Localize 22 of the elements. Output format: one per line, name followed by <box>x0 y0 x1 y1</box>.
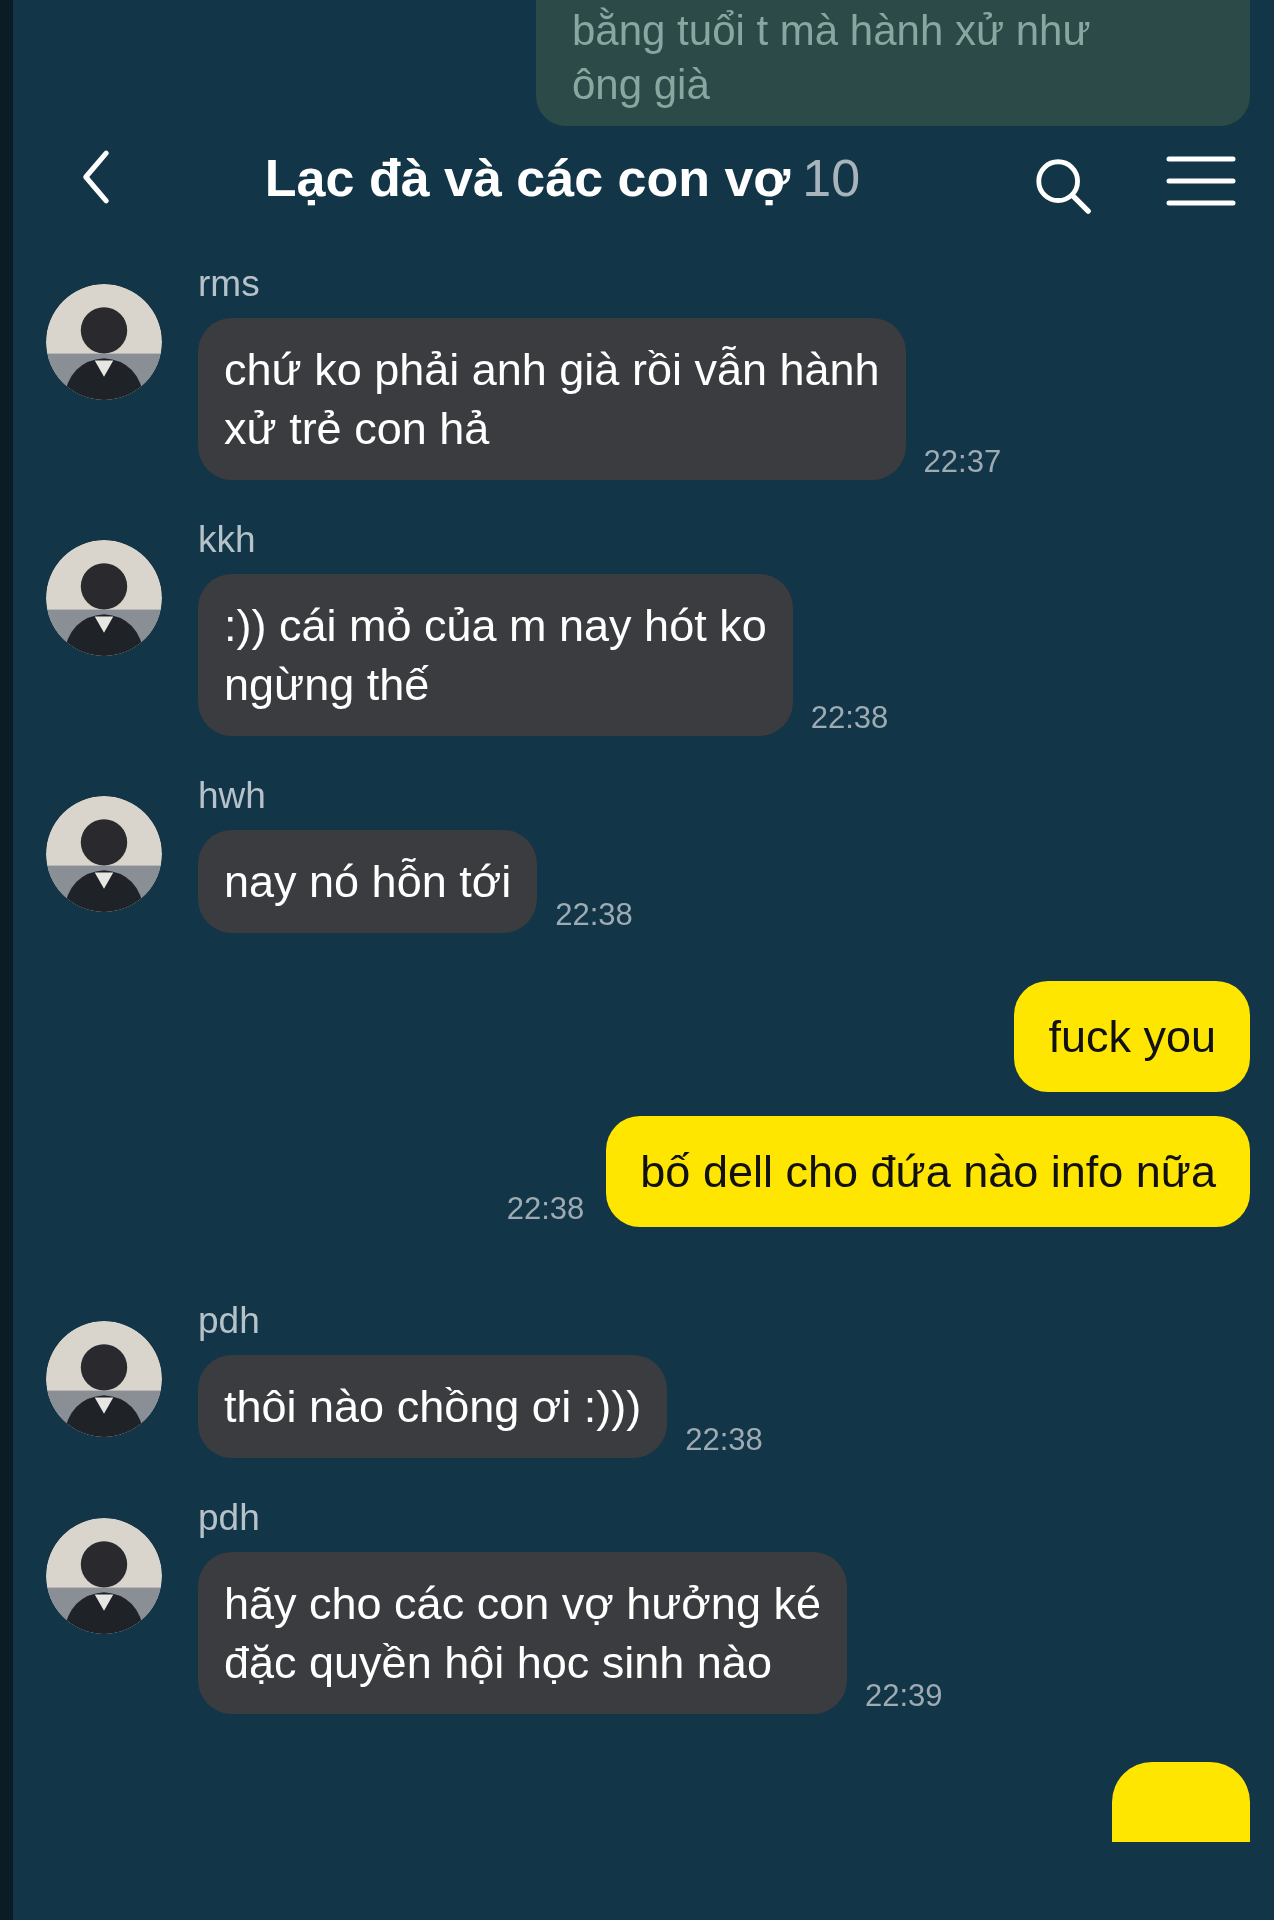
message-bubble: bố dell cho đứa nào info nữa <box>606 1116 1250 1227</box>
message-bubble: thôi nào chồng ơi :))) <box>198 1355 668 1458</box>
sender-name: hwh <box>198 774 267 818</box>
sender-name: pdh <box>198 1496 261 1540</box>
message-time: 22:38 <box>685 1422 763 1458</box>
message-time: 22:37 <box>923 444 1002 480</box>
message-time: 22:38 <box>810 700 889 736</box>
message-bubble: hãy cho các con vợ hưởng ké đặc quyền hội học sinh nào <box>198 1552 847 1714</box>
sender-name: pdh <box>198 1299 261 1343</box>
message-time: 22:38 <box>555 897 633 933</box>
message-bubble: nay nó hỗn tới <box>198 830 538 933</box>
sender-name: rms <box>198 262 261 306</box>
message-bubble: fuck you <box>1014 981 1250 1092</box>
message-time: 22:39 <box>864 1678 943 1714</box>
message-bubble: bằng tuổi t mà hành xử như ông già <box>536 0 1250 126</box>
sender-name: kkh <box>198 518 257 562</box>
menu-icon[interactable] <box>1166 155 1236 207</box>
chat-title: Lạc đà và các con vợ <box>264 148 791 208</box>
message-bubble: :)) cái mỏ của m nay hót ko ngừng thế <box>198 574 793 736</box>
message-bubble: chứ ko phải anh già rồi vẫn hành xử trẻ con hả <box>198 318 906 480</box>
message-time: 22:38 <box>506 1191 585 1227</box>
member-count: 10 <box>802 148 861 208</box>
